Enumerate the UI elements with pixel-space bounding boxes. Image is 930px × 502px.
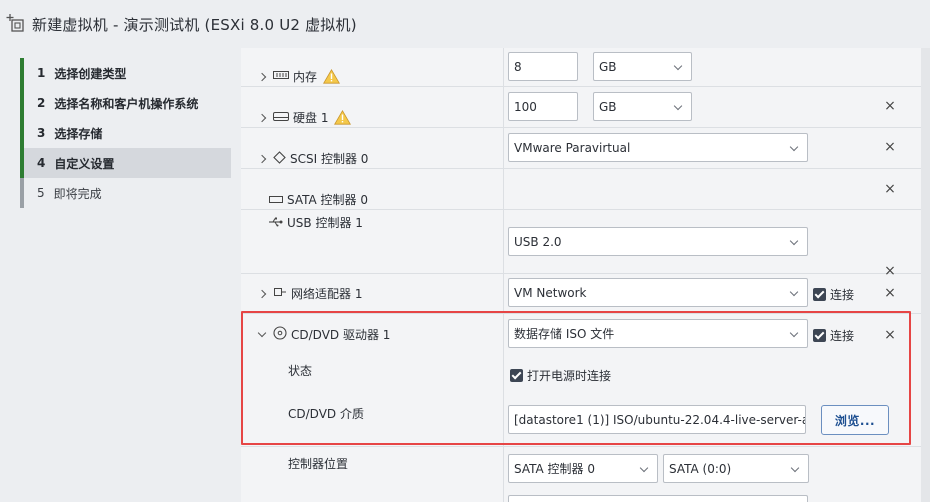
network-connect-label: 连接 bbox=[830, 288, 855, 302]
remove-cdrom-button[interactable]: × bbox=[883, 328, 897, 342]
row-divider bbox=[241, 168, 921, 169]
row-divider bbox=[241, 313, 921, 314]
new-vm-icon bbox=[6, 14, 26, 34]
cdrom-connect-checkbox[interactable]: 连接 bbox=[813, 327, 854, 344]
checkbox-checked-icon[interactable] bbox=[813, 288, 826, 301]
scsi-type-select[interactable]: VMware Paravirtual bbox=[508, 133, 808, 162]
wizard-step-1[interactable]: 1 选择创建类型 bbox=[20, 58, 231, 88]
sata-controller-icon bbox=[269, 192, 283, 207]
memory-unit-select[interactable]: GB bbox=[593, 52, 692, 81]
title-bar: 新建虚拟机 - 演示测试机 (ESXi 8.0 U2 虚拟机) bbox=[0, 0, 930, 48]
disk-unit-select[interactable]: GB bbox=[593, 92, 692, 121]
step-label: 自定义设置 bbox=[54, 156, 115, 171]
row-divider bbox=[241, 273, 921, 274]
network-connect-checkbox[interactable]: 连接 bbox=[813, 286, 854, 303]
scsi-label: SCSI 控制器 0 bbox=[290, 152, 369, 166]
hardware-settings-panel: 内存 8 GB 硬盘 1 100 GB × SCSI 控制器 0 VMware … bbox=[241, 48, 921, 502]
wizard-step-2[interactable]: 2 选择名称和客户机操作系统 bbox=[20, 88, 231, 118]
chevron-right-icon[interactable] bbox=[257, 71, 269, 83]
row-divider bbox=[241, 446, 921, 447]
step-number: 1 bbox=[37, 66, 46, 80]
row-divider bbox=[241, 127, 921, 128]
step-number: 2 bbox=[37, 96, 46, 110]
memory-row-label[interactable]: 内存 bbox=[257, 68, 341, 85]
usb-row-label: USB 控制器 1 bbox=[269, 214, 363, 231]
network-row-label[interactable]: 网络适配器 1 bbox=[257, 285, 362, 302]
wizard-nav: 1 选择创建类型 2 选择名称和客户机操作系统 3 选择存储 4 自定义设置 5… bbox=[0, 48, 240, 502]
cdrom-connect-label: 连接 bbox=[830, 329, 855, 343]
disk-row-label[interactable]: 硬盘 1 bbox=[257, 109, 352, 126]
remove-disk-button[interactable]: × bbox=[883, 99, 897, 113]
cdrom-type-value: 数据存储 ISO 文件 bbox=[514, 327, 615, 341]
controller-value: SATA 控制器 0 bbox=[514, 462, 595, 476]
wizard-step-3[interactable]: 3 选择存储 bbox=[20, 118, 231, 148]
step-number: 5 bbox=[37, 186, 45, 200]
remove-usb-button[interactable]: × bbox=[883, 264, 897, 278]
step-label: 选择创建类型 bbox=[54, 66, 127, 81]
network-select[interactable]: VM Network bbox=[508, 278, 808, 307]
sata-label: SATA 控制器 0 bbox=[287, 193, 368, 207]
cdrom-status-label: 状态 bbox=[288, 364, 313, 378]
window-title: 新建虚拟机 - 演示测试机 (ESXi 8.0 U2 虚拟机) bbox=[32, 15, 357, 34]
memory-unit-value: GB bbox=[599, 59, 617, 74]
usb-type-value: USB 2.0 bbox=[514, 234, 562, 249]
controller-port-select[interactable]: SATA (0:0) bbox=[663, 454, 809, 483]
cd-dvd-icon bbox=[273, 326, 287, 343]
scrollbar-track[interactable] bbox=[921, 48, 930, 502]
wizard-step-4[interactable]: 4 自定义设置 bbox=[20, 148, 231, 178]
cdrom-media-label: CD/DVD 介质 bbox=[288, 407, 364, 421]
chevron-down-icon[interactable] bbox=[257, 329, 269, 341]
wizard-step-5[interactable]: 5 即将完成 bbox=[20, 178, 231, 208]
scsi-type-value: VMware Paravirtual bbox=[514, 140, 631, 155]
disk-unit-value: GB bbox=[599, 99, 617, 114]
usb-type-select[interactable]: USB 2.0 bbox=[508, 227, 808, 256]
step-number: 3 bbox=[37, 126, 46, 140]
power-on-connect-label: 打开电源时连接 bbox=[527, 369, 612, 383]
next-row-field[interactable] bbox=[508, 495, 808, 502]
step-number: 4 bbox=[37, 156, 46, 170]
chevron-right-icon[interactable] bbox=[257, 112, 269, 124]
step-label: 选择存储 bbox=[54, 126, 103, 141]
chevron-right-icon[interactable] bbox=[257, 288, 269, 300]
checkbox-checked-icon[interactable] bbox=[813, 329, 826, 342]
column-divider bbox=[503, 48, 504, 502]
step-label: 即将完成 bbox=[53, 186, 102, 201]
chevron-right-icon[interactable] bbox=[257, 153, 269, 165]
cdrom-media-input[interactable]: [datastore1 (1)] ISO/ubuntu-22.04.4-live… bbox=[508, 405, 806, 434]
cdrom-label: CD/DVD 驱动器 1 bbox=[291, 328, 391, 342]
usb-icon bbox=[269, 216, 283, 230]
scsi-controller-icon bbox=[273, 150, 286, 167]
cdrom-type-select[interactable]: 数据存储 ISO 文件 bbox=[508, 319, 808, 348]
network-adapter-icon bbox=[273, 286, 287, 301]
disk-size-input[interactable]: 100 bbox=[508, 92, 578, 121]
hard-disk-icon bbox=[273, 110, 289, 125]
remove-sata-button[interactable]: × bbox=[883, 182, 897, 196]
usb-label: USB 控制器 1 bbox=[287, 216, 363, 230]
memory-size-input[interactable]: 8 bbox=[508, 52, 578, 81]
remove-scsi-button[interactable]: × bbox=[883, 140, 897, 154]
cdrom-row-label[interactable]: CD/DVD 驱动器 1 bbox=[257, 326, 390, 343]
warning-icon bbox=[323, 69, 341, 84]
power-on-connect-checkbox[interactable]: 打开电源时连接 bbox=[510, 367, 611, 384]
sata-row-label: SATA 控制器 0 bbox=[269, 191, 368, 208]
step-label: 选择名称和客户机操作系统 bbox=[54, 96, 199, 111]
disk-label: 硬盘 1 bbox=[293, 111, 329, 125]
row-divider bbox=[241, 86, 921, 87]
network-label: 网络适配器 1 bbox=[291, 287, 363, 301]
controller-select[interactable]: SATA 控制器 0 bbox=[508, 454, 658, 483]
controller-port-value: SATA (0:0) bbox=[669, 461, 732, 476]
network-value: VM Network bbox=[514, 285, 587, 300]
row-divider bbox=[241, 209, 921, 210]
remove-network-button[interactable]: × bbox=[883, 286, 897, 300]
checkbox-checked-icon[interactable] bbox=[510, 369, 523, 382]
controller-location-label: 控制器位置 bbox=[288, 457, 349, 471]
memory-label: 内存 bbox=[293, 70, 318, 84]
warning-icon bbox=[334, 110, 352, 125]
browse-button[interactable]: 浏览... bbox=[821, 405, 889, 435]
scsi-row-label[interactable]: SCSI 控制器 0 bbox=[257, 150, 368, 167]
memory-icon bbox=[273, 69, 289, 84]
